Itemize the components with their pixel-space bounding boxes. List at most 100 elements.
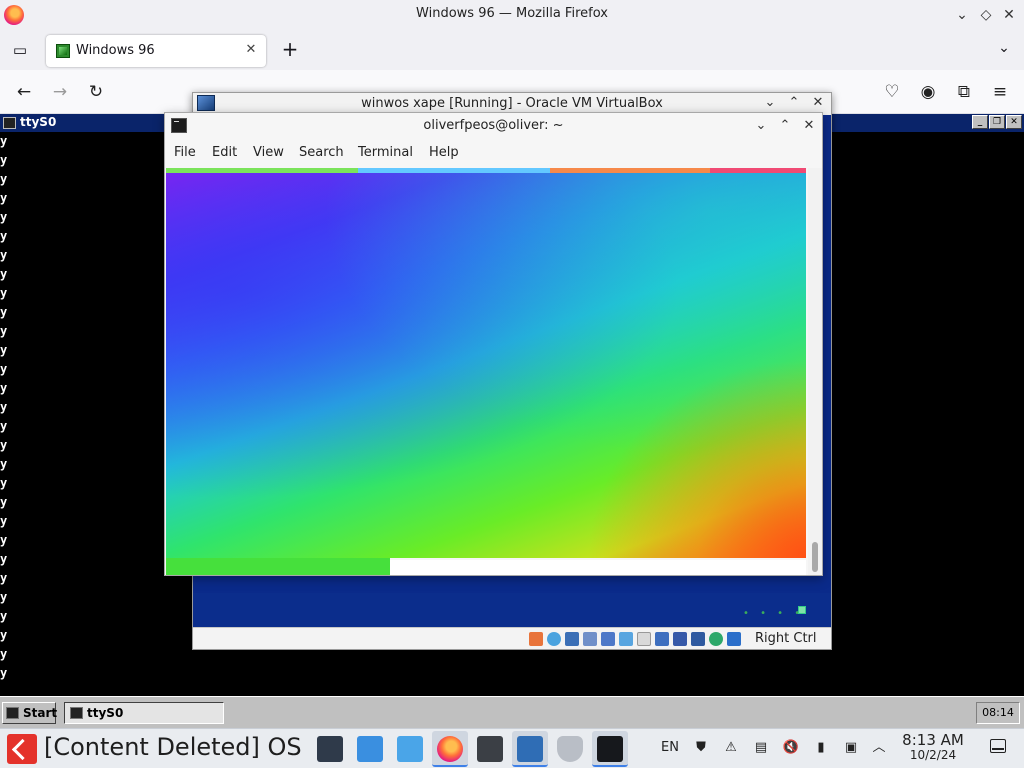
terminal-app-icon[interactable] bbox=[472, 731, 508, 767]
mouse-integration-icon[interactable] bbox=[709, 632, 723, 646]
minimize-icon[interactable]: ⌄ bbox=[762, 95, 778, 111]
new-tab-button[interactable]: + bbox=[279, 39, 301, 61]
w96-taskbar: Start ttyS0 08:14 bbox=[0, 696, 1024, 728]
settings-app-icon[interactable] bbox=[312, 731, 348, 767]
firefox-app-icon[interactable] bbox=[432, 731, 468, 767]
terminal-line: y bbox=[0, 248, 8, 262]
terminal-line: y bbox=[0, 381, 8, 395]
cpu-icon[interactable] bbox=[691, 632, 705, 646]
tray-expand-icon[interactable]: ︿ bbox=[868, 737, 890, 759]
network-icon[interactable] bbox=[601, 632, 615, 646]
usb-icon[interactable] bbox=[619, 632, 633, 646]
w96-start-button[interactable]: Start bbox=[2, 702, 57, 724]
menu-view[interactable]: View bbox=[253, 145, 284, 160]
terminal-window: oliverfpeos@oliver: ~ ⌄ ⌃ ✕ File Edit Vi… bbox=[164, 112, 823, 576]
start-icon bbox=[6, 707, 19, 719]
security-app-icon[interactable] bbox=[552, 731, 588, 767]
menu-help[interactable]: Help bbox=[429, 145, 459, 160]
shared-folders-icon[interactable] bbox=[637, 632, 651, 646]
terminal-line: y bbox=[0, 305, 8, 319]
pocket-icon[interactable]: ♡ bbox=[879, 80, 905, 104]
host-key-label: Right Ctrl bbox=[755, 631, 817, 646]
os-menu-label[interactable]: [Content Deleted] OS bbox=[44, 733, 302, 761]
terminal-line: y bbox=[0, 153, 8, 167]
terminal-line: y bbox=[0, 571, 8, 585]
audio-icon[interactable] bbox=[583, 632, 597, 646]
virtualbox-app-icon[interactable] bbox=[512, 731, 548, 767]
terminal-window-task-icon[interactable] bbox=[592, 731, 628, 767]
terminal-line: y bbox=[0, 419, 8, 433]
vm-display-lower-area bbox=[193, 593, 831, 627]
terminal-line: y bbox=[0, 495, 8, 509]
optical-drive-icon[interactable] bbox=[547, 632, 561, 646]
w96-close-button[interactable]: ✕ bbox=[1006, 115, 1022, 129]
terminal-menubar: File Edit View Search Terminal Help bbox=[165, 141, 822, 167]
list-all-tabs-icon[interactable]: ⌄ bbox=[994, 40, 1014, 60]
scrollbar-thumb[interactable] bbox=[812, 542, 818, 572]
extensions-icon[interactable]: ⧉ bbox=[951, 80, 977, 104]
tab-title: Windows 96 bbox=[76, 43, 155, 58]
firefox-window-title: Windows 96 — Mozilla Firefox bbox=[416, 6, 608, 21]
terminal-scrollbar[interactable] bbox=[808, 168, 822, 575]
forward-icon[interactable]: → bbox=[47, 80, 73, 104]
display-icon[interactable] bbox=[655, 632, 669, 646]
minimize-icon[interactable]: ⌄ bbox=[752, 117, 770, 135]
terminal-titlebar: oliverfpeos@oliver: ~ ⌄ ⌃ ✕ bbox=[165, 113, 822, 139]
video-capture-icon[interactable] bbox=[673, 632, 687, 646]
update-warning-icon[interactable]: ⚠ bbox=[720, 737, 742, 759]
menu-icon[interactable]: ≡ bbox=[987, 80, 1013, 104]
terminal-line: y bbox=[0, 172, 8, 186]
minimize-icon[interactable]: ⌄ bbox=[952, 5, 972, 25]
show-desktop-icon[interactable] bbox=[990, 739, 1006, 753]
close-icon[interactable]: ✕ bbox=[999, 5, 1019, 25]
os-logo-icon[interactable] bbox=[7, 734, 37, 764]
clock-time[interactable]: 8:13 AM bbox=[897, 731, 969, 749]
terminal-line: y bbox=[0, 400, 8, 414]
file-manager-icon[interactable] bbox=[392, 731, 428, 767]
w96-maximize-button[interactable]: ❐ bbox=[989, 115, 1005, 129]
maximize-icon[interactable]: ⌃ bbox=[776, 117, 794, 135]
terminal-color-canvas[interactable] bbox=[166, 168, 806, 558]
task-label: ttyS0 bbox=[87, 706, 124, 720]
clock-date[interactable]: 10/2/24 bbox=[897, 748, 969, 762]
reload-icon[interactable]: ↻ bbox=[83, 80, 109, 104]
menu-file[interactable]: File bbox=[174, 145, 196, 160]
terminal-line: y bbox=[0, 210, 8, 224]
terminal-line: y bbox=[0, 552, 8, 566]
terminal-line: y bbox=[0, 362, 8, 376]
keyboard-layout-indicator[interactable]: EN bbox=[659, 737, 681, 759]
clipboard-icon[interactable]: ▤ bbox=[750, 737, 772, 759]
vpn-shield-icon[interactable]: ⛊ bbox=[690, 737, 712, 759]
close-icon[interactable]: ✕ bbox=[800, 117, 818, 135]
terminal-line: y bbox=[0, 457, 8, 471]
vm-loading-dots: • • • • bbox=[743, 608, 805, 619]
tab-close-icon[interactable]: ✕ bbox=[242, 41, 260, 59]
store-app-icon[interactable] bbox=[352, 731, 388, 767]
maximize-icon[interactable]: ⌃ bbox=[786, 95, 802, 111]
terminal-title: oliverfpeos@oliver: ~ bbox=[423, 118, 564, 133]
menu-edit[interactable]: Edit bbox=[212, 145, 237, 160]
volume-muted-icon[interactable]: 🔇 bbox=[780, 737, 802, 759]
terminal-line: y bbox=[0, 343, 8, 357]
back-icon[interactable]: ← bbox=[11, 80, 37, 104]
battery-icon[interactable]: ▮ bbox=[810, 737, 832, 759]
terminal-line: y bbox=[0, 476, 8, 490]
hard-disk-icon[interactable] bbox=[529, 632, 543, 646]
keyboard-icon[interactable] bbox=[727, 632, 741, 646]
terminal-line: y bbox=[0, 609, 8, 623]
host-taskbar: [Content Deleted] OS EN ⛊ ⚠ ▤ 🔇 ▮ ▣ ︿ 8:… bbox=[0, 728, 1024, 768]
tab-windows-96[interactable]: Windows 96 ✕ bbox=[46, 35, 266, 67]
menu-terminal[interactable]: Terminal bbox=[358, 145, 413, 160]
terminal-line: y bbox=[0, 134, 8, 148]
network-icon[interactable]: ▣ bbox=[840, 737, 862, 759]
maximize-icon[interactable]: ◇ bbox=[976, 5, 996, 25]
menu-search[interactable]: Search bbox=[299, 145, 344, 160]
account-icon[interactable]: ◉ bbox=[915, 80, 941, 104]
close-icon[interactable]: ✕ bbox=[810, 95, 826, 111]
virtualbox-title: winwos xape [Running] - Oracle VM Virtua… bbox=[361, 96, 663, 111]
tab-list-icon[interactable]: ▭ bbox=[9, 39, 31, 61]
w96-task-ttys0[interactable]: ttyS0 bbox=[64, 702, 224, 724]
w96-minimize-button[interactable]: _ bbox=[972, 115, 988, 129]
terminal-line: y bbox=[0, 438, 8, 452]
floppy-icon[interactable] bbox=[565, 632, 579, 646]
